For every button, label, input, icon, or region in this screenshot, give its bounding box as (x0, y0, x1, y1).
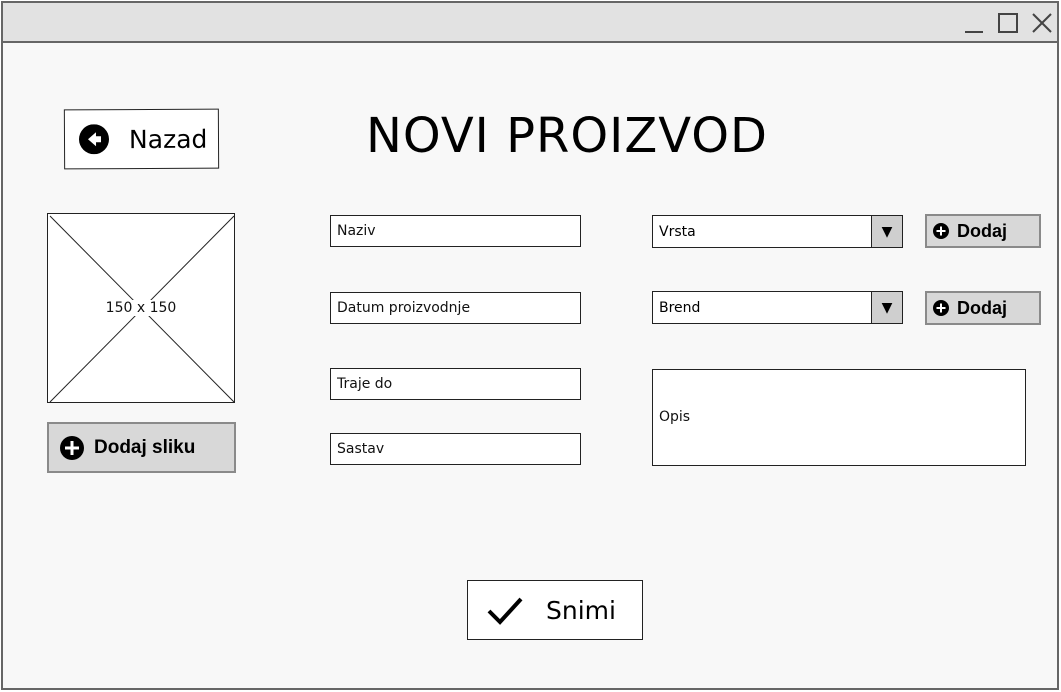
plus-circle-icon (933, 223, 949, 239)
chevron-down-icon[interactable]: ▼ (871, 292, 902, 323)
traje-do-input[interactable] (331, 369, 580, 399)
back-button-label: Nazad (128, 124, 208, 154)
sastav-field[interactable] (330, 433, 581, 465)
image-size-label: 150 x 150 (104, 300, 178, 316)
plus-circle-icon (933, 300, 949, 316)
maximize-icon[interactable] (997, 12, 1019, 34)
minimize-icon[interactable] (963, 12, 985, 34)
opis-textarea[interactable] (653, 370, 1025, 465)
save-button[interactable]: Snimi (467, 580, 643, 640)
datum-proizvodnje-input[interactable] (331, 293, 580, 323)
save-button-label: Snimi (546, 595, 616, 625)
vrsta-select[interactable]: Vrsta ▼ (652, 215, 903, 248)
page-title: NOVI PROIZVOD (366, 108, 768, 164)
datum-proizvodnje-field[interactable] (330, 292, 581, 324)
add-vrsta-button[interactable]: Dodaj (925, 214, 1041, 248)
sastav-input[interactable] (331, 434, 580, 464)
arrow-left-circle-icon (79, 124, 110, 155)
add-brend-button[interactable]: Dodaj (925, 291, 1041, 325)
title-bar (3, 3, 1057, 43)
close-icon[interactable] (1031, 12, 1053, 34)
add-vrsta-label: Dodaj (957, 220, 1008, 241)
brend-select-value: Brend (659, 299, 701, 316)
vrsta-select-value: Vrsta (659, 223, 696, 240)
opis-field[interactable] (652, 369, 1026, 466)
naziv-field[interactable] (330, 215, 581, 247)
back-button[interactable]: Nazad (63, 108, 220, 170)
chevron-down-icon[interactable]: ▼ (871, 216, 902, 247)
add-image-label: Dodaj sliku (94, 436, 196, 458)
brend-select[interactable]: Brend ▼ (652, 291, 903, 324)
naziv-input[interactable] (331, 216, 580, 246)
add-image-button[interactable]: Dodaj sliku (47, 422, 236, 473)
image-placeholder: 150 x 150 (47, 213, 235, 403)
checkmark-icon (487, 597, 523, 625)
traje-do-field[interactable] (330, 368, 581, 400)
plus-circle-icon (60, 435, 84, 460)
add-brend-label: Dodaj (957, 297, 1008, 318)
